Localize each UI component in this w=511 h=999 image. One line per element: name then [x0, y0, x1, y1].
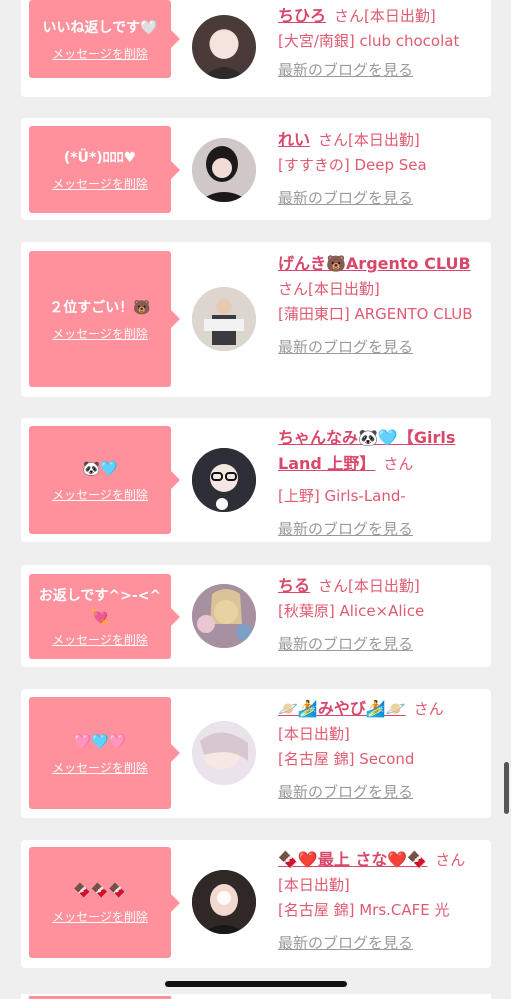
message-text: 🍫🍫🍫: [73, 883, 127, 899]
avatar-photo: [202, 31, 246, 79]
avatar[interactable]: [192, 584, 256, 648]
latest-blog-link[interactable]: 最新のブログを見る: [278, 780, 478, 805]
message-text: 🩷🩵🩷: [73, 733, 127, 750]
san-label: さん: [318, 577, 349, 595]
avatar[interactable]: [192, 287, 256, 351]
avatar-photo: [192, 138, 256, 202]
profile-info: 🪐🏄みやび🏄🪐 さん [本日出勤] [名古屋 錦] Second 最新のブログを見…: [278, 696, 478, 805]
shop-name: [名古屋 錦] Mrs.CAFE 光: [278, 901, 450, 919]
list-item: 🐼🩵 メッセージを削除 ちゃんなみ🐼🩵【Girls Land 上野】 さん [上野…: [21, 418, 491, 542]
attendance-status: [本日出勤]: [278, 876, 350, 894]
attendance-status: [本日出勤]: [348, 131, 420, 149]
message-bubble: 🩷🩵🩷 メッセージを削除: [29, 697, 180, 809]
latest-blog-link[interactable]: 最新のブログを見る: [278, 335, 478, 360]
list-item: 🍫🍫🍫 メッセージを削除 🍫❤️最上 さな❤️🍫 さん [本日出勤] [名古屋 錦]…: [21, 840, 491, 968]
profile-name-link[interactable]: ちゃんなみ🐼🩵【Girls Land 上野】: [278, 428, 455, 473]
san-label: さん: [278, 280, 309, 298]
delete-message-link[interactable]: メッセージを削除: [52, 908, 148, 925]
san-label: さん: [413, 700, 444, 718]
delete-message-link[interactable]: メッセージを削除: [52, 759, 148, 776]
latest-blog-link[interactable]: 最新のブログを見る: [278, 58, 478, 83]
message-bubble: 🍫🍫🍫 メッセージを削除: [29, 847, 180, 958]
profile-info: ちゃんなみ🐼🩵【Girls Land 上野】 さん [上野] Girls-Land…: [278, 425, 478, 542]
shop-name: [蒲田東口] ARGENTO CLUB: [278, 305, 473, 323]
profile-name-link[interactable]: ちる: [278, 576, 310, 595]
avatar-photo: [192, 870, 256, 934]
profile-name-link[interactable]: げんき🐻Argento CLUB: [278, 254, 471, 273]
profile-name-link[interactable]: ちひろ: [278, 6, 326, 25]
profile-info: ちひろ さん[本日出勤] [大宮/南銀] club chocolat 最新のブログ…: [278, 3, 478, 83]
profile-info: れい さん[本日出勤] [すすきの] Deep Sea 最新のブログを見る: [278, 127, 478, 211]
avatar-photo: [192, 287, 256, 351]
message-text: いいね返しです🤍: [42, 19, 158, 36]
san-label: さん: [334, 7, 365, 25]
attendance-status: [本日出勤]: [278, 725, 350, 743]
home-indicator[interactable]: [165, 981, 347, 987]
message-bubble: お返しです^>-<^💘 メッセージを削除: [29, 574, 180, 659]
profile-name-link[interactable]: 🪐🏄みやび🏄🪐: [278, 699, 406, 718]
delete-message-link[interactable]: メッセージを削除: [52, 175, 148, 192]
next-list-item: [21, 994, 491, 999]
latest-blog-link[interactable]: 最新のブログを見る: [278, 632, 478, 657]
san-label: さん: [383, 455, 414, 473]
message-bubble: いいね返しです🤍 メッセージを削除: [29, 0, 180, 78]
avatar-photo: [192, 584, 256, 648]
shop-name: [名古屋 錦] Second: [278, 750, 415, 768]
scrollbar[interactable]: [504, 762, 509, 814]
avatar[interactable]: [192, 15, 256, 79]
profile-name-link[interactable]: れい: [278, 130, 310, 149]
avatar[interactable]: [192, 870, 256, 934]
profile-info: げんき🐻Argento CLUB さん[本日出勤] [蒲田東口] ARGENTO…: [278, 251, 478, 360]
delete-message-link[interactable]: メッセージを削除: [52, 486, 148, 503]
avatar-photo: [192, 448, 256, 512]
avatar[interactable]: [192, 448, 256, 512]
list-item: いいね返しです🤍 メッセージを削除 ちひろ さん[本日出勤] [大宮/南銀] cl…: [21, 0, 491, 97]
list-item: ２位すごい！🐻 メッセージを削除 げんき🐻Argento CLUB さん[本日出…: [21, 242, 491, 397]
list-item: お返しです^>-<^💘 メッセージを削除 ちる さん[本日出勤] [秋葉原] Al…: [21, 565, 491, 667]
san-label: さん: [318, 131, 349, 149]
latest-blog-link[interactable]: 最新のブログを見る: [278, 186, 478, 211]
shop-name: [秋葉原] Alice×Alice: [278, 602, 425, 620]
delete-message-link[interactable]: メッセージを削除: [52, 325, 148, 342]
attendance-status: [本日出勤]: [308, 280, 380, 298]
avatar-photo: [192, 721, 256, 785]
avatar[interactable]: [192, 138, 256, 202]
shop-name: [すすきの] Deep Sea: [278, 156, 427, 174]
avatar[interactable]: [192, 721, 256, 785]
shop-name: [大宮/南銀] club chocolat: [278, 32, 460, 50]
message-bubble: (*Ü*)ﾛﾛﾛ♥ メッセージを削除: [29, 126, 180, 213]
shop-name: [上野] Girls-Land-: [278, 487, 406, 505]
list-item: 🩷🩵🩷 メッセージを削除 🪐🏄みやび🏄🪐 さん [本日出勤] [名古屋 錦] Se…: [21, 689, 491, 818]
latest-blog-link[interactable]: 最新のブログを見る: [278, 931, 478, 956]
san-label: さん: [435, 851, 466, 869]
attendance-status: [本日出勤]: [348, 577, 420, 595]
message-text: お返しです^>-<^💘: [38, 588, 162, 626]
message-bubble: ２位すごい！🐻 メッセージを削除: [29, 251, 180, 387]
message-text: ２位すごい！🐻: [49, 299, 151, 316]
delete-message-link[interactable]: メッセージを削除: [52, 631, 148, 648]
message-bubble: 🐼🩵 メッセージを削除: [29, 426, 180, 534]
delete-message-link[interactable]: メッセージを削除: [52, 45, 148, 62]
attendance-status: [本日出勤]: [364, 7, 436, 25]
profile-info: ちる さん[本日出勤] [秋葉原] Alice×Alice 最新のブログを見る: [278, 573, 478, 657]
profile-info: 🍫❤️最上 さな❤️🍫 さん [本日出勤] [名古屋 錦] Mrs.CAFE 光 最…: [278, 847, 478, 956]
latest-blog-link[interactable]: 最新のブログを見る: [278, 517, 478, 542]
message-text: (*Ü*)ﾛﾛﾛ♥: [63, 150, 137, 166]
list-item: (*Ü*)ﾛﾛﾛ♥ メッセージを削除 れい さん[本日出勤] [すすきの] Dee…: [21, 118, 491, 220]
message-text: 🐼🩵: [82, 460, 118, 477]
profile-name-link[interactable]: 🍫❤️最上 さな❤️🍫: [278, 850, 427, 869]
